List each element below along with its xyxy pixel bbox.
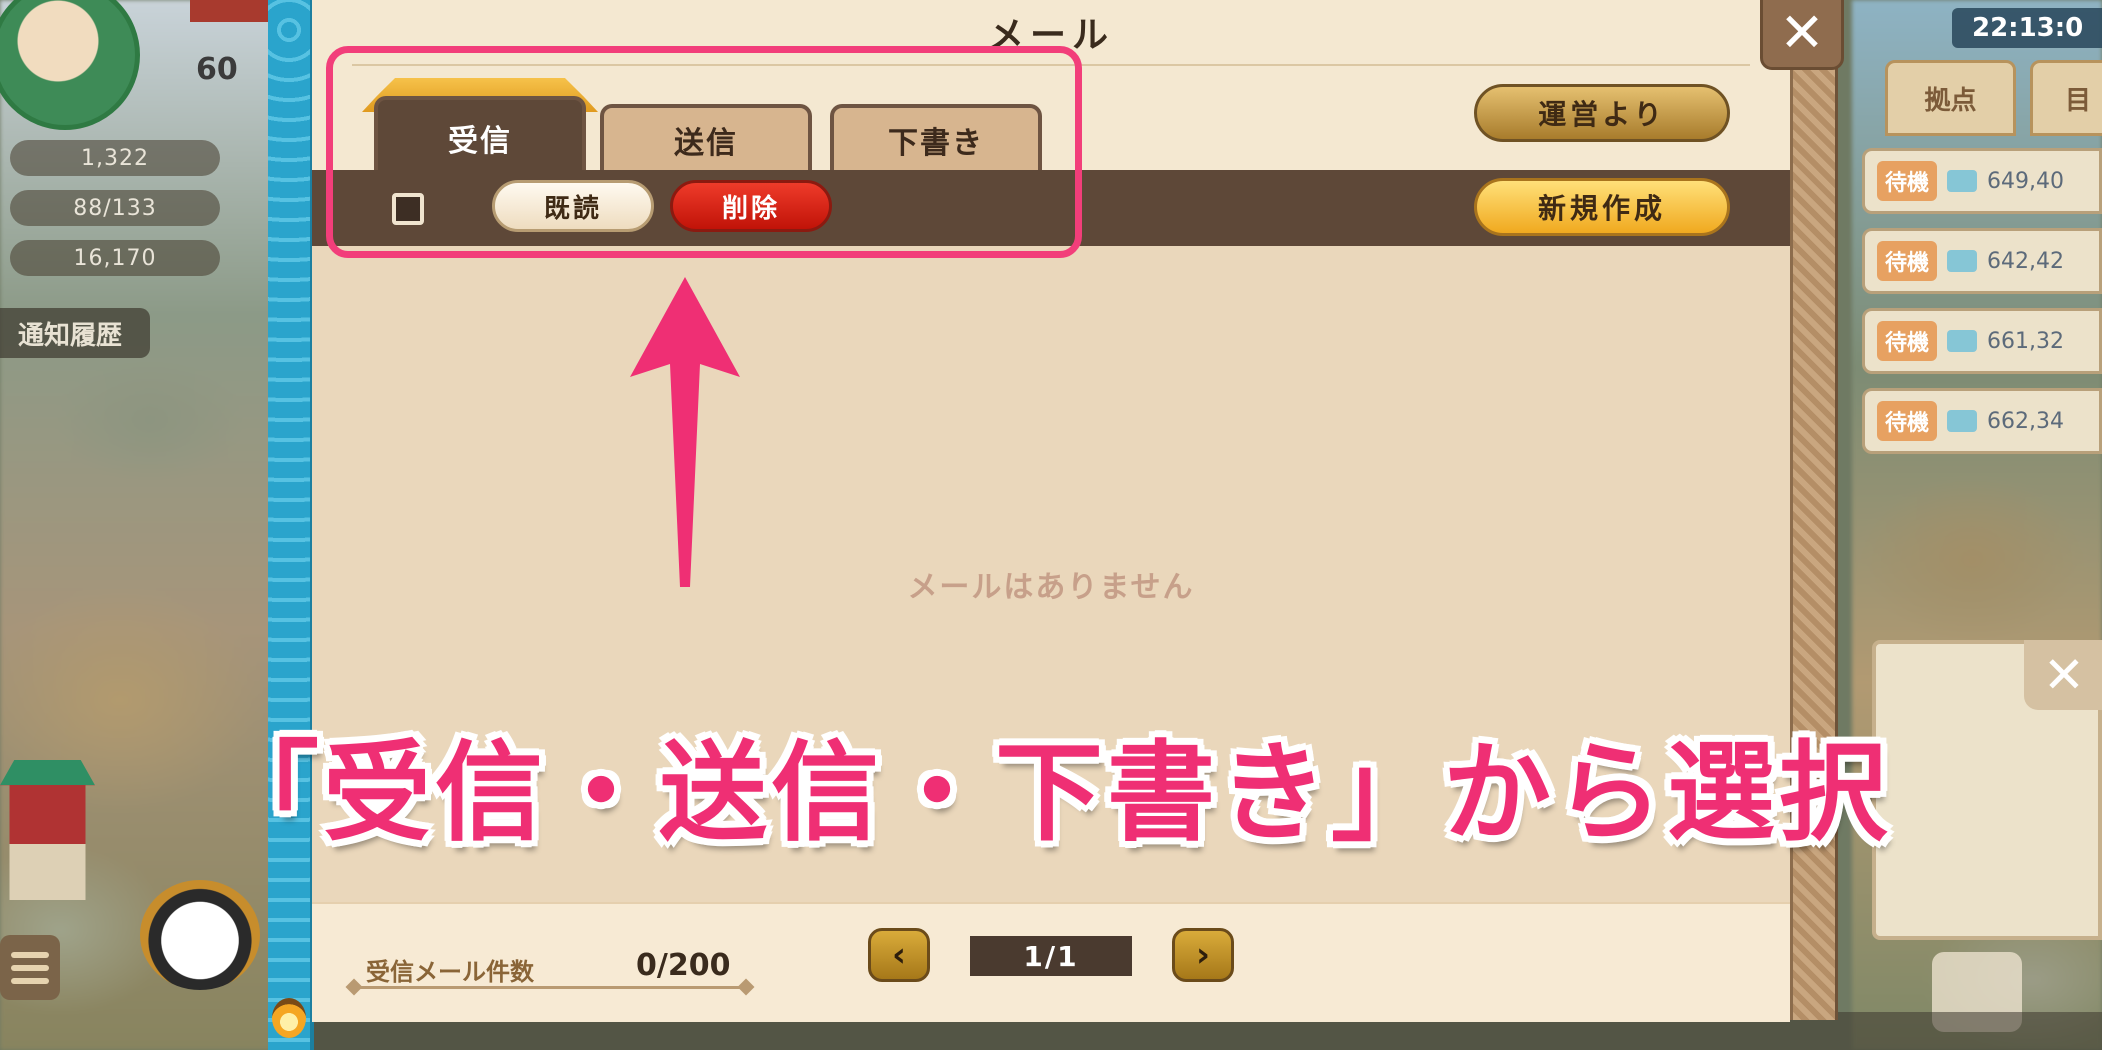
menu-icon-line bbox=[11, 977, 49, 984]
close-icon: ✕ bbox=[1779, 0, 1825, 64]
menu-button[interactable] bbox=[0, 935, 60, 1000]
troop-icon bbox=[1947, 410, 1978, 432]
troop-coords: 642,42 bbox=[1987, 248, 2064, 274]
right-tab[interactable]: 目 bbox=[2030, 60, 2102, 136]
page-indicator: 1/1 bbox=[970, 936, 1132, 976]
troop-row[interactable]: 待機 661,32 bbox=[1862, 308, 2102, 374]
troop-row[interactable]: 待機 662,34 bbox=[1862, 388, 2102, 454]
troop-status-tag: 待機 bbox=[1877, 401, 1938, 441]
from-operator-button[interactable]: 運営より bbox=[1474, 84, 1730, 142]
menu-icon-line bbox=[11, 964, 49, 971]
troop-icon bbox=[1947, 170, 1978, 192]
clock: 22:13:0 bbox=[1952, 8, 2102, 48]
right-tab-base[interactable]: 拠点 bbox=[1885, 60, 2016, 136]
tabs-highlight-box bbox=[326, 46, 1082, 258]
close-button[interactable]: ✕ bbox=[1760, 0, 1844, 70]
troop-coords: 649,40 bbox=[1987, 168, 2064, 194]
resource-row[interactable]: 1,322 bbox=[10, 140, 220, 176]
troop-row[interactable]: 待機 642,42 bbox=[1862, 228, 2102, 294]
close-icon[interactable]: ✕ bbox=[2024, 640, 2102, 710]
troop-coords: 661,32 bbox=[1987, 328, 2064, 354]
next-page-button[interactable]: › bbox=[1172, 928, 1234, 982]
top-left-banner bbox=[190, 0, 270, 22]
mail-count-label: 受信メール件数 bbox=[366, 958, 534, 986]
empty-mail-message: メールはありません bbox=[907, 570, 1195, 605]
chevron-right-icon: › bbox=[1195, 935, 1210, 975]
player-level: 60 bbox=[196, 52, 238, 87]
troop-row[interactable]: 待機 649,40 bbox=[1862, 148, 2102, 214]
resource-row[interactable]: 16,170 bbox=[10, 240, 220, 276]
troop-status-tag: 待機 bbox=[1877, 321, 1938, 361]
troop-status-tag: 待機 bbox=[1877, 161, 1938, 201]
prev-page-button[interactable]: ‹ bbox=[868, 928, 930, 982]
troop-coords: 662,34 bbox=[1987, 408, 2064, 434]
notification-history-button[interactable]: 通知履歴 bbox=[0, 308, 150, 358]
panda-general-icon[interactable] bbox=[140, 880, 260, 990]
chevron-left-icon: ‹ bbox=[891, 935, 906, 975]
new-compose-button[interactable]: 新規作成 bbox=[1474, 178, 1730, 236]
count-underline bbox=[352, 986, 748, 989]
window-right-frame bbox=[1790, 0, 1838, 1020]
troop-icon bbox=[1947, 330, 1978, 352]
troop-status-tag: 待機 bbox=[1877, 241, 1938, 281]
window-left-frame bbox=[268, 0, 314, 1050]
annotation-caption: 「受信・送信・下書き」から選択 bbox=[210, 731, 1891, 856]
mail-count-value: 0/200 bbox=[636, 948, 731, 983]
troop-icon bbox=[1947, 250, 1978, 272]
resource-row[interactable]: 88/133 bbox=[10, 190, 220, 226]
arrow-up-icon bbox=[630, 277, 740, 587]
menu-icon-line bbox=[11, 951, 49, 958]
fire-orb-icon bbox=[272, 998, 306, 1038]
